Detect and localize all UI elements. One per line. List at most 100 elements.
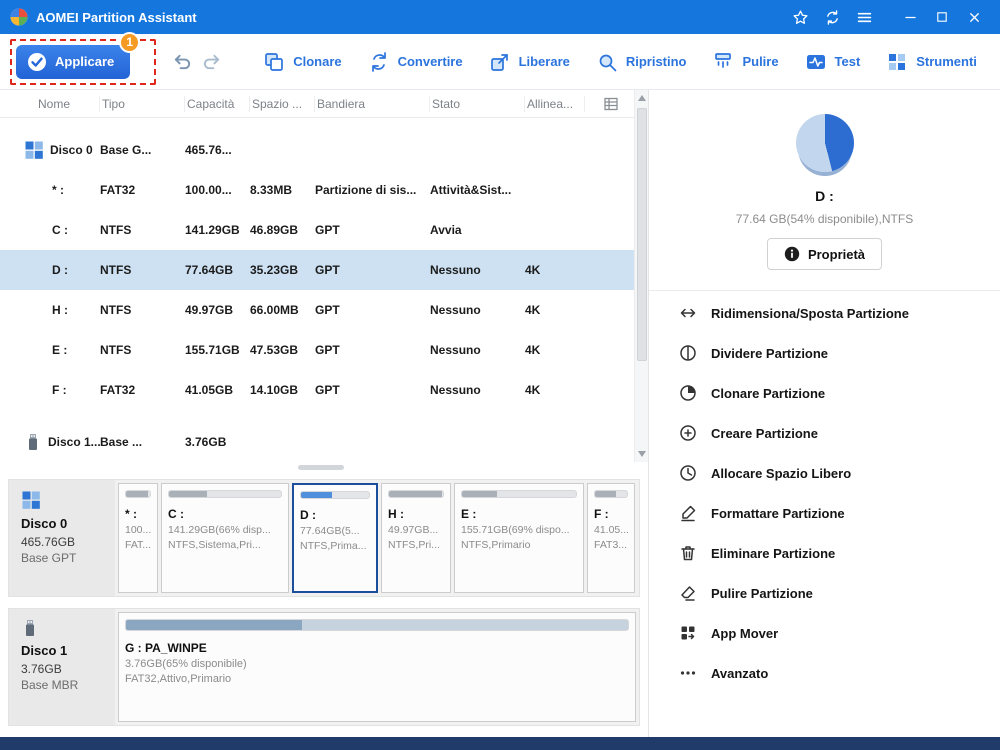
menu-item-clonare-partizione[interactable]: Clonare Partizione (649, 373, 1000, 413)
menu-item-pulire-partizione[interactable]: Pulire Partizione (649, 573, 1000, 613)
row-cell: 4K (525, 383, 585, 397)
row-label: F : (52, 383, 67, 397)
menu-icon[interactable] (848, 3, 880, 31)
usb-icon (21, 619, 109, 637)
row-cell: 35.23GB (250, 263, 315, 277)
usage-bar (594, 490, 628, 498)
toolbar-item-convertire[interactable]: Convertire (368, 51, 463, 73)
table-row-h[interactable]: H :NTFS49.97GB66.00MBGPTNessuno4K (0, 290, 634, 330)
menu-item-avanzato[interactable]: Avanzato (649, 653, 1000, 693)
disk-name: Disco 1 (21, 643, 109, 658)
maximize-icon[interactable] (926, 3, 958, 31)
menu-item-label: Creare Partizione (711, 426, 818, 441)
table-row-d[interactable]: D :NTFS77.64GB35.23GBGPTNessuno4K (0, 250, 634, 290)
partition-block-f[interactable]: F :41.05...FAT3... (587, 483, 635, 593)
clone-icon (263, 51, 285, 73)
menu-item-label: Eliminare Partizione (711, 546, 835, 561)
partition-block-c[interactable]: C :141.29GB(66% disp...NTFS,Sistema,Pri.… (161, 483, 289, 593)
table-row-f[interactable]: F :FAT3241.05GB14.10GBGPTNessuno4K (0, 370, 634, 410)
restore-icon (596, 51, 618, 73)
column-header-spazio[interactable]: Spazio ... (250, 96, 315, 112)
refresh-icon[interactable] (816, 3, 848, 31)
apply-button-label: Applicare (55, 54, 114, 69)
row-cell: Nessuno (430, 343, 525, 357)
row-cell: Avvia (430, 223, 525, 237)
titlebar: AOMEI Partition Assistant (0, 0, 1000, 34)
column-header-tipo[interactable]: Tipo (100, 96, 185, 112)
usb-icon (24, 433, 42, 451)
menu-item-creare-partizione[interactable]: Creare Partizione (649, 413, 1000, 453)
menu-item-formattare-partizione[interactable]: Formattare Partizione (649, 493, 1000, 533)
horizontal-scrollbar[interactable] (0, 462, 648, 473)
toolbar-item-clonare[interactable]: Clonare (263, 51, 341, 73)
row-cell: 100.00... (185, 183, 250, 197)
row-cell: Nessuno (430, 383, 525, 397)
partition-block-h[interactable]: H :49.97GB...NTFS,Pri... (381, 483, 451, 593)
partition-block-d[interactable]: D :77.64GB(5...NTFS,Prima... (292, 483, 378, 593)
row-name-cell: * : (0, 183, 100, 197)
menu-item-ridimensiona-sposta-partizione[interactable]: Ridimensiona/Sposta Partizione (649, 293, 1000, 333)
table-row-item[interactable]: * :FAT32100.00...8.33MBPartizione di sis… (0, 170, 634, 210)
column-header-nome[interactable]: Nome (0, 96, 100, 112)
toolbar-item-pulire[interactable]: Pulire (712, 51, 778, 73)
toolbar-item-ripristino[interactable]: Ripristino (596, 51, 687, 73)
table-row-c[interactable]: C :NTFS141.29GB46.89GBGPTAvvia (0, 210, 634, 250)
sidebar: D : 77.64 GB(54% disponibile),NTFS Propr… (648, 90, 1000, 737)
table-row-disco-1[interactable]: Disco 1...Base ...3.76GB (0, 422, 634, 462)
menu-item-app-mover[interactable]: App Mover (649, 613, 1000, 653)
resize-move-icon (679, 304, 697, 322)
row-cell: GPT (315, 343, 430, 357)
row-name-cell: E : (0, 343, 100, 357)
partition-filesystem: FAT... (125, 539, 151, 551)
column-header-stato[interactable]: Stato (430, 96, 525, 112)
partition-table: NomeTipoCapacitàSpazio ...BandieraStatoA… (0, 90, 648, 462)
vertical-scrollbar[interactable] (634, 90, 648, 462)
properties-button[interactable]: Proprietà (767, 238, 882, 270)
row-label: E : (52, 343, 67, 357)
scroll-up-icon[interactable] (638, 95, 646, 101)
disk-panel-disco-1: Disco 13.76GBBase MBRG : PA_WINPE3.76GB(… (8, 608, 640, 726)
menu-item-label: Pulire Partizione (711, 586, 813, 601)
row-cell: NTFS (100, 343, 185, 357)
menu-item-label: Avanzato (711, 666, 768, 681)
menu-item-eliminare-partizione[interactable]: Eliminare Partizione (649, 533, 1000, 573)
scroll-down-icon[interactable] (638, 451, 646, 457)
undo-icon[interactable] (172, 51, 193, 72)
column-header-bandiera[interactable]: Bandiera (315, 96, 430, 112)
row-cell: 155.71GB (185, 343, 250, 357)
disk-type: Base MBR (21, 678, 109, 692)
main-content: NomeTipoCapacitàSpazio ...BandieraStatoA… (0, 90, 1000, 737)
row-cell: GPT (315, 303, 430, 317)
table-options-icon[interactable] (585, 96, 634, 112)
partition-block-e[interactable]: E :155.71GB(69% dispo...NTFS,Primario (454, 483, 584, 593)
toolbar-item-liberare[interactable]: Liberare (489, 51, 570, 73)
row-name-cell: D : (0, 263, 100, 277)
toolbar-item-test[interactable]: Test (805, 51, 861, 73)
menu-item-allocare-spazio-libero[interactable]: Allocare Spazio Libero (649, 453, 1000, 493)
row-cell: NTFS (100, 263, 185, 277)
toolbar-item-strumenti[interactable]: Strumenti (886, 51, 977, 73)
partition-block-g-pa-winpe[interactable]: G : PA_WINPE3.76GB(65% disponibile)FAT32… (118, 612, 636, 722)
wipe-icon (679, 584, 697, 602)
column-header-capacit[interactable]: Capacità (185, 96, 250, 112)
menu-item-label: App Mover (711, 626, 778, 641)
minimize-icon[interactable] (894, 3, 926, 31)
horizontal-scrollbar-thumb[interactable] (298, 465, 344, 470)
disk-info-disco-0[interactable]: Disco 0465.76GBBase GPT (9, 480, 115, 596)
window-title: AOMEI Partition Assistant (36, 10, 197, 25)
redo-icon[interactable] (201, 51, 222, 72)
column-header-allinea[interactable]: Allinea... (525, 96, 585, 112)
favorite-icon[interactable] (784, 3, 816, 31)
close-icon[interactable] (958, 3, 990, 31)
row-cell: NTFS (100, 223, 185, 237)
menu-item-dividere-partizione[interactable]: Dividere Partizione (649, 333, 1000, 373)
apply-button[interactable]: Applicare (16, 45, 130, 79)
table-row-disco-0[interactable]: Disco 0Base G...465.76... (0, 130, 634, 170)
row-name-cell: Disco 0 (0, 140, 100, 160)
disk-panels: Disco 0465.76GBBase GPT* :100...FAT...C … (0, 473, 648, 737)
table-row-e[interactable]: E :NTFS155.71GB47.53GBGPTNessuno4K (0, 330, 634, 370)
partition-block-item[interactable]: * :100...FAT... (118, 483, 158, 593)
row-cell: Nessuno (430, 263, 525, 277)
disk-info-disco-1[interactable]: Disco 13.76GBBase MBR (9, 609, 115, 725)
scrollbar-thumb[interactable] (637, 108, 647, 361)
